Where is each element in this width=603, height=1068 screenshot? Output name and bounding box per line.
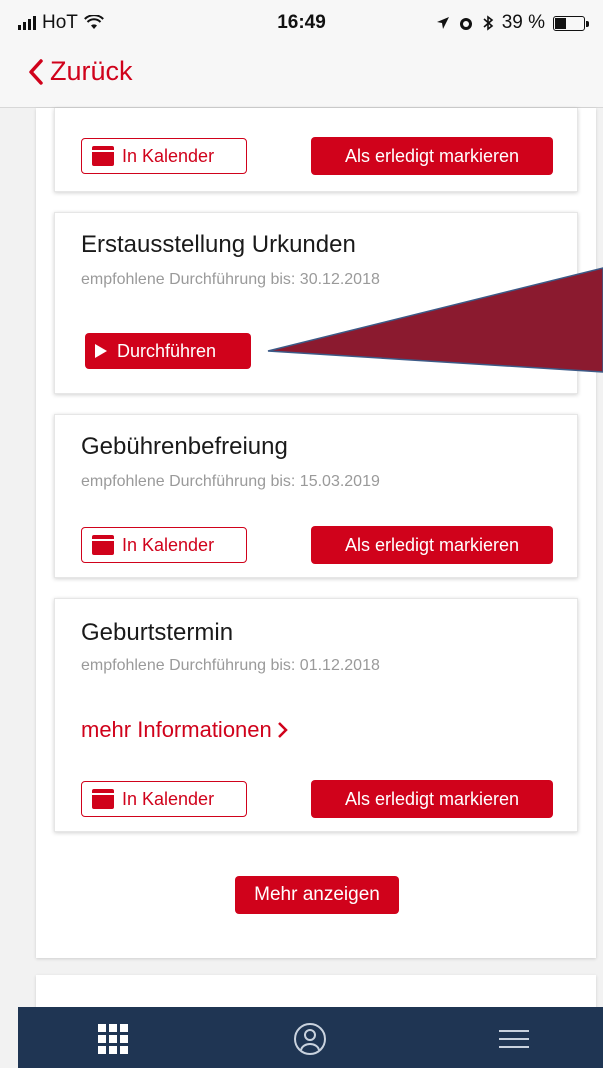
add-to-calendar-button[interactable]: In Kalender [81,781,247,817]
back-label: Zurück [50,56,133,86]
show-more-button[interactable]: Mehr anzeigen [235,876,399,914]
calendar-label: In Kalender [122,145,215,166]
execute-label: Durchführen [117,340,217,361]
grid-icon [98,1024,128,1054]
add-to-calendar-button[interactable]: In Kalender [81,138,247,174]
battery-icon [553,15,589,31]
back-button[interactable]: Zurück [28,56,133,87]
add-to-calendar-button[interactable]: In Kalender [81,527,247,563]
task-card: Erstausstellung Urkunden empfohlene Durc… [54,212,578,394]
mark-done-button[interactable]: Als erledigt markieren [311,526,553,564]
calendar-icon [92,535,114,555]
mark-done-button[interactable]: Als erledigt markieren [311,780,553,818]
card-subtitle: empfohlene Durchführung bis: 30.12.2018 [81,271,380,288]
status-bar: HoT 16:49 39 % [0,0,603,46]
card-subtitle: empfohlene Durchführung bis: 01.12.2018 [81,657,380,674]
play-icon [95,344,107,358]
calendar-icon [92,146,114,166]
status-right: 39 % [436,12,589,34]
tab-bar [18,1007,603,1068]
tab-profile[interactable] [288,1017,332,1061]
task-card: In Kalender Als erledigt markieren [54,108,578,192]
menu-icon [499,1024,529,1054]
tab-home[interactable] [91,1017,135,1061]
card-title: Geburtstermin [81,619,234,646]
more-info-label: mehr Informationen [81,717,272,742]
card-subtitle: empfohlene Durchführung bis: 15.03.2019 [81,473,380,490]
execute-button[interactable]: Durchführen [85,333,251,369]
navigation-bar: Zurück [0,46,603,108]
location-icon [436,17,449,29]
battery-percent: 39 % [501,12,545,33]
alarm-icon [459,18,472,30]
chevron-right-icon [277,722,288,738]
task-card: Geburtstermin empfohlene Durchführung bi… [54,598,578,832]
more-info-link[interactable]: mehr Informationen [81,717,290,743]
tab-menu[interactable] [492,1017,536,1061]
mark-done-button[interactable]: Als erledigt markieren [311,137,553,175]
calendar-label: In Kalender [122,788,215,809]
calendar-icon [92,789,114,809]
task-card: Gebührenbefreiung empfohlene Durchführun… [54,414,578,578]
profile-icon [294,1023,326,1055]
card-title: Erstausstellung Urkunden [81,231,356,258]
card-title: Gebührenbefreiung [81,433,288,460]
chevron-left-icon [29,58,43,85]
bluetooth-icon [483,15,493,31]
calendar-label: In Kalender [122,534,215,555]
